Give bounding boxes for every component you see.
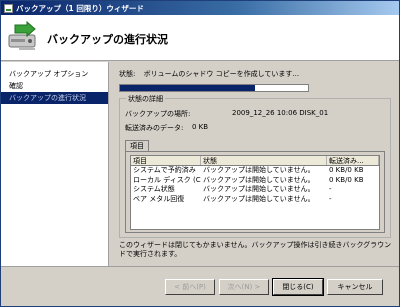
cell-item: ベア メタル回復 [133, 194, 185, 203]
group-label: 状態の詳細 [126, 94, 165, 104]
table-row[interactable]: システムで予約済み バックアップは開始していません。 0 KB/0 KB [131, 166, 379, 176]
status-label: 状態: [119, 70, 136, 78]
button-bar: < 前へ(P) 次へ(N) > 閉じる(C) キャンセル [1, 266, 399, 307]
backup-disk-icon [8, 21, 36, 50]
cell-transferred: - [329, 185, 332, 193]
status-details-group: 状態の詳細 バックアップの場所: 2009_12_26 10:06 DISK_0… [119, 94, 391, 238]
tab-panel-items: 項目 状態 転送済み... システムで予約済み バックアップは開始していません。… [125, 151, 385, 233]
cell-status: バックアップは開始していません。 [203, 194, 315, 203]
transferred-data-value: 0 KB [192, 123, 209, 131]
close-button[interactable]: 閉じる(C) [272, 278, 324, 296]
cell-status: バックアップは開始していません。 [203, 166, 315, 174]
backup-location-value: 2009_12_26 10:06 DISK_01 [232, 109, 329, 117]
sidebar-item-backup-options[interactable]: バックアップ オプション [1, 68, 108, 80]
backup-app-icon [4, 3, 13, 13]
wizard-window: バックアップ（1 回限り）ウィザード バックアップの進行状況 バックアップ オプ… [0, 0, 400, 307]
transferred-data-label: 転送済みのデータ: [125, 124, 184, 132]
table-row[interactable]: システム状態 バックアップは開始していません。 - [131, 185, 379, 195]
cell-transferred: - [329, 194, 332, 203]
items-table: 項目 状態 転送済み... システムで予約済み バックアップは開始していません。… [130, 155, 380, 230]
status-line: 状態: ボリュームのシャドウ コピーを作成しています... [119, 69, 299, 79]
sidebar-item-backup-progress[interactable]: バックアップの進行状況 [1, 92, 108, 104]
sidebar-item-confirmation[interactable]: 確認 [1, 80, 108, 92]
table-header: 項目 状態 転送済み... [131, 156, 379, 166]
progress-fill [120, 85, 256, 91]
next-button[interactable]: 次へ(N) > [219, 279, 269, 295]
cell-transferred: 0 KB/0 KB [329, 166, 364, 174]
main-content: 状態: ボリュームのシャドウ コピーを作成しています... 状態の詳細 バックア… [111, 62, 399, 266]
backup-location-label: バックアップの場所: [125, 110, 191, 118]
cell-item: システム状態 [133, 185, 175, 193]
status-text: ボリュームのシャドウ コピーを作成しています... [143, 70, 300, 78]
window-title: バックアップ（1 回限り）ウィザード [16, 3, 144, 13]
tab-items[interactable]: 項目 [125, 140, 149, 151]
table-row[interactable]: ローカル ディスク (C:) バックアップは開始していません。 0 KB/0 K… [131, 176, 379, 186]
close-wizard-note: このウィザードは閉じてもかまいません。バックアップ操作は引き続きバックグラウンド… [119, 241, 392, 258]
back-button[interactable]: < 前へ(P) [165, 279, 215, 295]
title-bar[interactable]: バックアップ（1 回限り）ウィザード [1, 1, 399, 15]
cell-transferred: 0 KB/0 KB [329, 175, 364, 184]
column-header-status[interactable]: 状態 [201, 156, 327, 165]
wizard-steps-sidebar: バックアップ オプション 確認 バックアップの進行状況 [1, 62, 109, 266]
column-header-item[interactable]: 項目 [131, 156, 201, 165]
column-header-transferred[interactable]: 転送済み... [327, 156, 379, 165]
cell-status: バックアップは開始していません。 [203, 175, 315, 184]
wizard-header: バックアップの進行状況 [1, 15, 399, 61]
cancel-button[interactable]: キャンセル [327, 279, 383, 295]
progress-bar [119, 84, 309, 92]
cell-item: システムで予約済み [133, 166, 196, 174]
cell-item: ローカル ディスク (C:) [133, 175, 201, 184]
page-title: バックアップの進行状況 [47, 33, 168, 46]
table-row[interactable]: ベア メタル回復 バックアップは開始していません。 - [131, 195, 379, 205]
cell-status: バックアップは開始していません。 [203, 185, 315, 193]
details-tabbar: 項目 [125, 140, 149, 151]
